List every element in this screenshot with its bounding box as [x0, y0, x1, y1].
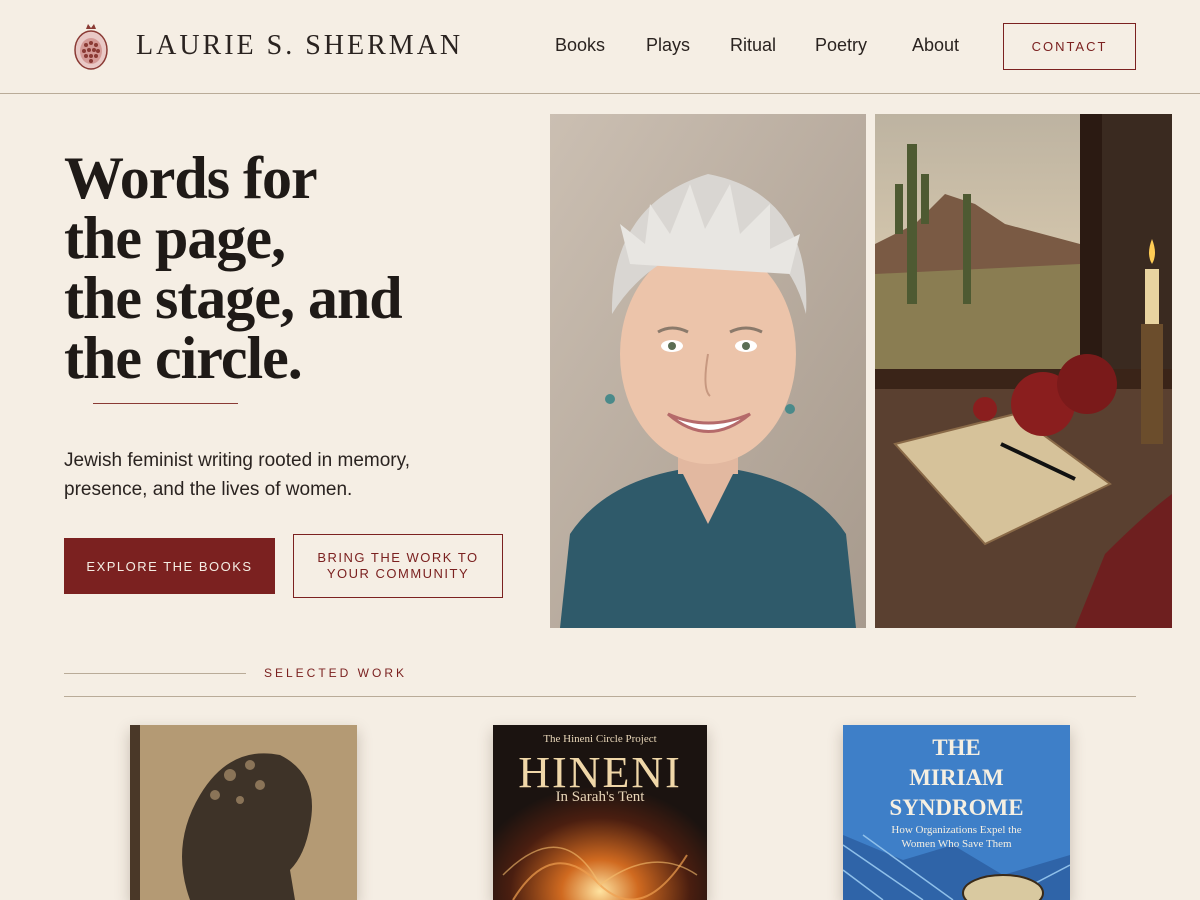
book-cover-hineni[interactable]: The Hineni Circle Project HINENI In Sara…	[493, 725, 707, 900]
hero-title-line: Words for	[64, 145, 318, 211]
hero-divider	[93, 403, 238, 404]
nav-about[interactable]: About	[912, 35, 959, 56]
pomegranate-icon[interactable]	[72, 21, 110, 71]
section-label-selected-work: SELECTED WORK	[264, 666, 408, 680]
bring-work-button[interactable]: BRING THE WORK TO YOUR COMMUNITY	[293, 534, 503, 598]
author-portrait	[550, 114, 866, 628]
book-subtitle: In Sarah's Tent	[555, 789, 645, 805]
book-title: THE MIRIAM SYNDROME	[843, 733, 1070, 823]
desert-still-life-image	[875, 114, 1172, 628]
hero-title: Words for the page, the stage, and the c…	[64, 148, 534, 388]
explore-books-button[interactable]: EXPLORE THE BOOKS	[64, 538, 275, 594]
hero-title-line: the circle.	[64, 325, 303, 391]
book-series: The Hineni Circle Project	[543, 733, 657, 745]
nav-poetry[interactable]: Poetry	[815, 35, 867, 56]
contact-button[interactable]: CONTACT	[1003, 23, 1136, 70]
nav-plays[interactable]: Plays	[646, 35, 690, 56]
site-header: LAURIE S. SHERMAN Books Plays Ritual Poe…	[0, 0, 1200, 94]
brand-name[interactable]: LAURIE S. SHERMAN	[136, 30, 463, 62]
book-subtitle-line: How Organizations Expel the	[891, 824, 1022, 836]
hero-title-line: the page,	[64, 205, 286, 271]
book-cover-miriam-syndrome[interactable]: THE MIRIAM SYNDROME How Organizations Ex…	[843, 725, 1070, 900]
book-subtitle-line: Women Who Save Them	[901, 838, 1012, 850]
section-divider-short	[64, 673, 246, 674]
book-title-line: MIRIAM	[909, 765, 1004, 790]
hero-subtitle: Jewish feminist writing rooted in memory…	[64, 450, 410, 500]
book-title-line: THE	[932, 735, 981, 760]
section-divider-long	[64, 696, 1136, 697]
hero-title-line: the stage, and	[64, 265, 403, 331]
nav-books[interactable]: Books	[555, 35, 605, 56]
nav-ritual[interactable]: Ritual	[730, 35, 776, 56]
book-cover-silhouette[interactable]	[130, 725, 357, 900]
book-subtitle: How Organizations Expel the Women Who Sa…	[843, 823, 1070, 851]
book-title-line: SYNDROME	[889, 795, 1024, 820]
